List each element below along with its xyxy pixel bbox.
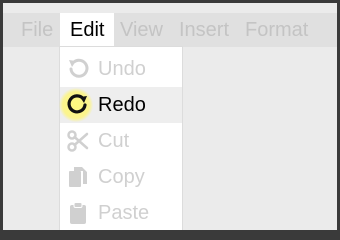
- menu-item-label: Copy: [98, 166, 145, 188]
- undo-icon: [66, 57, 90, 81]
- menu-item-label: Undo: [98, 58, 146, 80]
- menu-item-undo[interactable]: Undo: [60, 51, 182, 87]
- menu-item-copy[interactable]: Copy: [60, 159, 182, 195]
- edit-menu-dropdown: Undo Redo Cut Copy Paste: [59, 47, 182, 230]
- clipboard-icon: [66, 201, 90, 225]
- menu-edit[interactable]: Edit: [60, 13, 115, 47]
- menu-insert[interactable]: Insert: [179, 13, 229, 47]
- app-window: File Edit View Insert Format Undo Redo C…: [3, 3, 337, 230]
- menu-view[interactable]: View: [120, 13, 163, 47]
- copy-icon: [66, 165, 90, 189]
- menu-format[interactable]: Format: [245, 13, 308, 47]
- menu-bar: File Edit View Insert Format: [3, 13, 337, 47]
- menu-item-redo[interactable]: Redo: [59, 87, 182, 123]
- menu-file[interactable]: File: [21, 13, 53, 47]
- menu-item-label: Paste: [98, 202, 150, 224]
- menu-item-paste[interactable]: Paste: [60, 195, 182, 230]
- menu-item-label: Redo: [98, 94, 146, 116]
- scissors-icon: [66, 129, 90, 153]
- menu-item-label: Cut: [98, 130, 130, 152]
- redo-icon: [66, 93, 90, 117]
- menu-item-cut[interactable]: Cut: [60, 123, 182, 159]
